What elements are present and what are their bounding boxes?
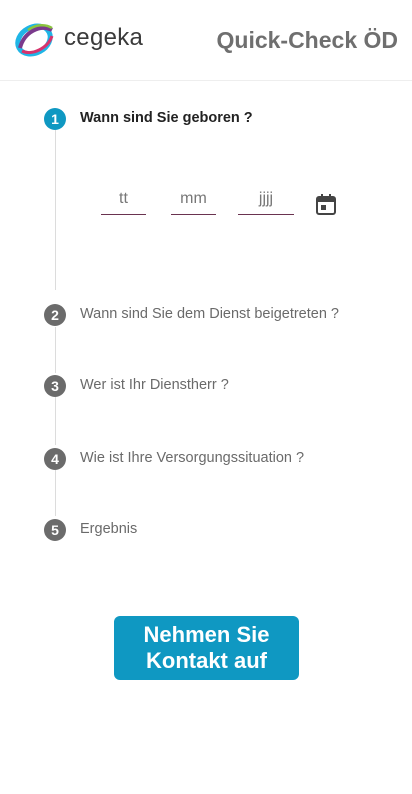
calendar-icon[interactable]	[316, 193, 336, 215]
page-title: Quick-Check ÖD	[216, 27, 399, 53]
step-4-label[interactable]: Wie ist Ihre Versorgungssituation ?	[80, 450, 304, 466]
cegeka-logo-icon	[15, 23, 54, 57]
month-field[interactable]	[171, 184, 216, 215]
step-4-number: 4	[44, 448, 66, 470]
year-field[interactable]	[238, 184, 294, 215]
brand-name: cegeka	[64, 24, 144, 51]
step-5-label[interactable]: Ergebnis	[80, 521, 137, 537]
step-2-number: 2	[44, 304, 66, 326]
contact-button[interactable]: Nehmen Sie Kontakt auf	[114, 616, 299, 680]
stepper-rail	[55, 397, 56, 445]
step-1-label[interactable]: Wann sind Sie geboren ?	[80, 110, 253, 126]
step-3-number: 3	[44, 375, 66, 397]
step-5-number: 5	[44, 519, 66, 541]
stepper-rail	[55, 130, 56, 290]
app-header: cegeka Quick-Check ÖD	[0, 0, 412, 81]
step-1-number: 1	[44, 108, 66, 130]
day-field[interactable]	[101, 184, 146, 215]
step-2-label[interactable]: Wann sind Sie dem Dienst beigetreten ?	[80, 306, 339, 322]
stepper-rail	[55, 470, 56, 516]
step-3-label[interactable]: Wer ist Ihr Dienstherr ?	[80, 377, 229, 393]
stepper-rail	[55, 327, 56, 373]
